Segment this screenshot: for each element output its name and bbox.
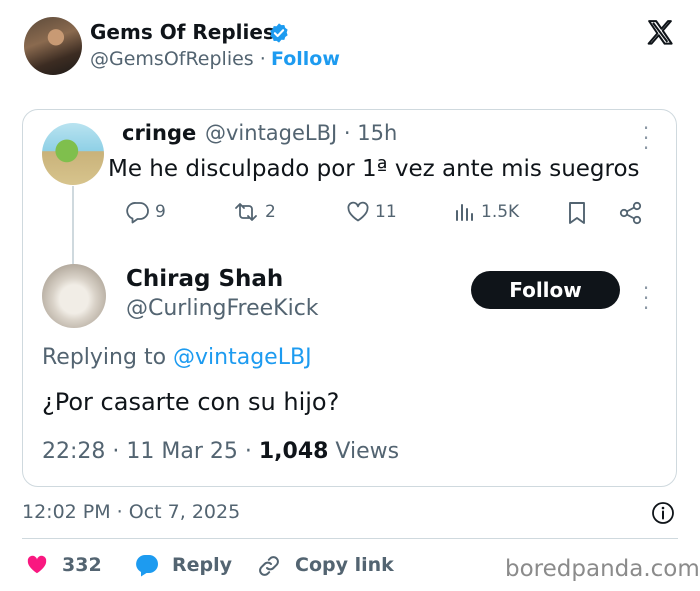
thread-connector-line — [72, 186, 74, 264]
comment-bubble-icon[interactable] — [134, 553, 160, 577]
bar-chart-icon — [456, 204, 473, 221]
like-action[interactable]: 11 — [345, 200, 397, 224]
replying-prefix: Replying to — [42, 345, 174, 370]
bookmark-icon — [569, 202, 585, 224]
replying-to-mention[interactable]: @vintageLBJ — [173, 345, 312, 370]
footer-divider — [22, 538, 678, 539]
reply-author-handle[interactable]: @CurlingFreeKick — [126, 296, 319, 321]
link-icon[interactable] — [257, 554, 281, 578]
quoted-author-avatar[interactable] — [42, 123, 104, 185]
more-options-icon[interactable]: · · · — [640, 118, 652, 158]
comment-bubble-icon — [126, 202, 149, 224]
reply-author-name[interactable]: Chirag Shah — [126, 266, 283, 292]
author-handle-text[interactable]: @GemsOfReplies — [90, 48, 254, 70]
reply-datetime[interactable]: 22:28 · 11 Mar 25 · — [42, 439, 259, 464]
author-name[interactable]: Gems Of Replies — [90, 20, 275, 44]
author-avatar[interactable] — [24, 17, 82, 75]
quoted-time: · 15h — [343, 121, 398, 145]
watermark: boredpanda.com — [505, 556, 700, 582]
post-timestamp[interactable]: 12:02 PM · Oct 7, 2025 — [22, 501, 240, 523]
info-icon[interactable] — [651, 501, 675, 525]
quoted-handle-text[interactable]: @vintageLBJ — [205, 121, 337, 145]
heart-icon — [347, 201, 369, 222]
heart-icon[interactable] — [26, 554, 48, 576]
views-action[interactable]: 1.5K — [453, 200, 519, 224]
reply-tweet-text: ¿Por casarte con su hijo? — [42, 388, 340, 416]
more-options-icon[interactable]: · · · — [640, 278, 652, 318]
reply-button[interactable]: Reply — [172, 554, 232, 576]
views-count: 1.5K — [481, 202, 520, 222]
reply-action[interactable]: 9 — [125, 200, 166, 224]
reply-metadata: 22:28 · 11 Mar 25 · 1,048 Views — [42, 439, 399, 464]
follow-link[interactable]: Follow — [271, 48, 340, 70]
quoted-actions-bar: 9 2 11 1.5K — [125, 200, 645, 230]
like-count: 332 — [62, 554, 102, 576]
x-logo-icon[interactable] — [646, 18, 676, 48]
share-icon — [619, 201, 642, 225]
follow-button[interactable]: Follow — [471, 271, 620, 309]
repost-arrows-icon — [235, 203, 257, 221]
quoted-tweet-text: Me he disculpado por 1ª vez ante mis sue… — [108, 156, 640, 182]
replying-to-line: Replying to @vintageLBJ — [42, 345, 312, 370]
copy-link-button[interactable]: Copy link — [295, 554, 394, 576]
author-handle[interactable]: @GemsOfReplies · — [90, 48, 266, 70]
reply-count: 9 — [155, 202, 166, 222]
reply-author-avatar[interactable] — [42, 264, 106, 328]
share-action[interactable] — [618, 200, 644, 226]
quoted-author-handle[interactable]: @vintageLBJ · 15h — [205, 121, 397, 145]
reply-views-count: 1,048 — [258, 439, 329, 464]
bookmark-action[interactable] — [566, 200, 588, 226]
verified-badge-icon — [270, 23, 288, 43]
like-count: 11 — [375, 202, 397, 222]
repost-count: 2 — [265, 202, 276, 222]
quoted-author-name[interactable]: cringe — [122, 121, 196, 145]
handle-separator: · — [259, 48, 266, 70]
reply-views-label: Views — [328, 439, 400, 464]
repost-action[interactable]: 2 — [231, 200, 276, 224]
